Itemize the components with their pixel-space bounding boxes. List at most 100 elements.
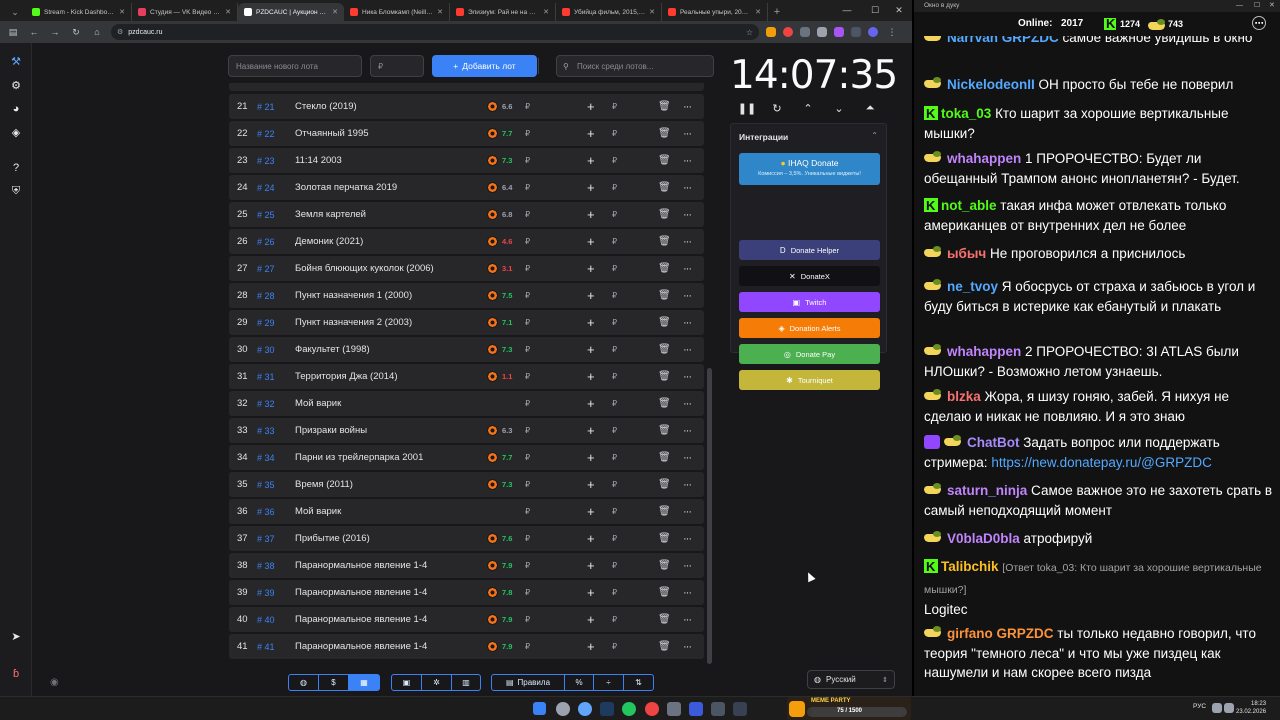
lot-more-options-icon[interactable]: ··· [683,263,692,275]
add-lot-button[interactable]: + Добавить лот [432,55,537,77]
chat-username[interactable]: saturn_ninja [947,483,1027,498]
lot-amount-currency[interactable]: ₽ [525,291,530,300]
browser-tab[interactable]: Реальные упыри, 2014 — о ✕ [662,3,768,21]
time-increase-icon[interactable]: ⌃ [801,101,815,115]
lot-id[interactable]: # 31 [257,372,275,382]
brand-logo-icon[interactable]: ɓ [7,665,25,683]
lot-more-options-icon[interactable]: ··· [683,533,692,545]
extensions-puzzle-icon[interactable] [817,27,827,37]
bookmark-star-icon[interactable]: ☆ [746,28,753,37]
extension-icon[interactable] [766,27,776,37]
delete-lot-trash-icon[interactable]: 🗑 [658,614,671,625]
downloads-icon[interactable] [851,27,861,37]
add-amount-plus-icon[interactable]: + [587,558,595,573]
lot-id[interactable]: # 22 [257,129,275,139]
delete-lot-trash-icon[interactable]: 🗑 [658,641,671,652]
delete-lot-trash-icon[interactable]: 🗑 [658,317,671,328]
lot-title[interactable]: Стекло (2019) [295,101,485,112]
lot-list-scrollbar[interactable] [707,368,712,664]
delete-lot-trash-icon[interactable]: 🗑 [658,479,671,490]
lot-more-options-icon[interactable]: ··· [683,371,692,383]
collapse-chevron-icon[interactable]: ⌃ [871,131,878,140]
table-view-icon[interactable]: ▦ [348,674,380,691]
lot-more-options-icon[interactable]: ··· [683,506,692,518]
lot-id[interactable]: # 38 [257,561,275,571]
lot-title[interactable]: Мой варик [295,506,485,517]
delete-lot-trash-icon[interactable]: 🗑 [658,398,671,409]
bug-icon[interactable]: ✲ [421,674,452,691]
lot-amount-currency[interactable]: ₽ [525,156,530,165]
kinopoisk-icon[interactable] [487,452,498,463]
maximize-icon[interactable]: ☐ [862,0,888,20]
tab-close-icon[interactable]: ✕ [332,8,338,16]
lot-id[interactable]: # 27 [257,264,275,274]
add-amount-input[interactable]: ₽ [612,372,617,381]
chat-username[interactable]: toka_03 [941,106,991,121]
lot-amount-currency[interactable]: ₽ [525,426,530,435]
delete-lot-trash-icon[interactable]: 🗑 [658,506,671,517]
reset-timer-icon[interactable]: ↻ [770,101,784,115]
tray-language[interactable]: РУС [1193,703,1206,710]
lot-more-options-icon[interactable]: ··· [683,560,692,572]
add-amount-plus-icon[interactable]: + [587,126,595,141]
lot-id[interactable]: # 28 [257,291,275,301]
delete-lot-trash-icon[interactable]: 🗑 [658,263,671,274]
lot-more-options-icon[interactable]: ··· [683,641,692,653]
lot-amount-currency[interactable]: ₽ [525,264,530,273]
lot-title[interactable]: Бойня блюющих куколок (2006) [295,263,485,274]
lot-title[interactable]: Паранормальное явление 1-4 [295,560,485,571]
close-icon[interactable]: ✕ [1269,0,1275,12]
lot-amount-currency[interactable]: ₽ [525,534,530,543]
browser-tab[interactable]: Студия — VK Видео Live ✕ [132,3,238,21]
add-amount-plus-icon[interactable]: + [587,234,595,249]
ihaq-donate-button[interactable]: ● IHAQ Donate Комиссия – 3,5%. Уникальны… [739,153,880,185]
divide-icon[interactable]: ÷ [593,674,624,691]
lot-amount-currency[interactable]: ₽ [525,183,530,192]
add-amount-input[interactable]: ₽ [612,237,617,246]
lot-id[interactable]: # 40 [257,615,275,625]
chat-link[interactable]: https://new.donatepay.ru/@GRPZDC [991,455,1212,470]
lot-id[interactable]: # 33 [257,426,275,436]
delete-lot-trash-icon[interactable]: 🗑 [658,371,671,382]
lot-id[interactable]: # 35 [257,480,275,490]
lot-more-options-icon[interactable]: ··· [683,452,692,464]
delete-lot-trash-icon[interactable]: 🗑 [658,560,671,571]
integration-button-donate-pay[interactable]: ◎ Donate Pay [739,344,880,364]
lot-id[interactable]: # 30 [257,345,275,355]
percent-icon[interactable]: % [564,674,594,691]
lot-title[interactable]: Территория Джа (2014) [295,371,485,382]
add-amount-input[interactable]: ₽ [612,210,617,219]
add-amount-input[interactable]: ₽ [612,156,617,165]
lot-title[interactable]: Пункт назначения 2 (2003) [295,317,485,328]
forward-icon[interactable]: → [48,25,62,39]
visibility-eye-icon[interactable]: ◉ [50,677,59,688]
kinopoisk-icon[interactable] [487,425,498,436]
browser-tab[interactable]: Элизиум: Рай не на Земле ✕ [450,3,556,21]
kinopoisk-icon[interactable] [487,236,498,247]
add-amount-input[interactable]: ₽ [612,480,617,489]
kinopoisk-icon[interactable] [487,560,498,571]
tab-close-icon[interactable]: ✕ [437,8,443,16]
lot-amount-currency[interactable]: ₽ [525,453,530,462]
lot-more-options-icon[interactable]: ··· [683,614,692,626]
add-amount-input[interactable]: ₽ [612,588,617,597]
browser-tab[interactable]: Убийца фильм, 2015, дата ✕ [556,3,662,21]
lot-amount-currency[interactable]: ₽ [525,480,530,489]
integration-button-tourniquet[interactable]: ✱ Tourniquet [739,370,880,390]
lot-id[interactable]: # 36 [257,507,275,517]
lot-more-options-icon[interactable]: ··· [683,290,692,302]
app-icon[interactable] [645,702,659,716]
lot-more-options-icon[interactable]: ··· [683,587,692,599]
lot-more-options-icon[interactable]: ··· [683,101,692,113]
lot-search-input[interactable]: ⚲ Поиск среди лотов... [556,55,714,77]
auction-hammer-icon[interactable]: ⚒ [7,52,25,70]
kinopoisk-icon[interactable] [487,479,498,490]
lot-title[interactable]: Время (2011) [295,479,485,490]
lot-more-options-icon[interactable]: ··· [683,317,692,329]
telegram-icon[interactable]: ➤ [7,627,25,645]
add-amount-plus-icon[interactable]: + [587,612,595,627]
lot-title[interactable]: Золотая перчатка 2019 [295,182,485,193]
lot-id[interactable]: # 34 [257,453,275,463]
lot-id[interactable]: # 23 [257,156,275,166]
add-amount-input[interactable]: ₽ [612,399,617,408]
